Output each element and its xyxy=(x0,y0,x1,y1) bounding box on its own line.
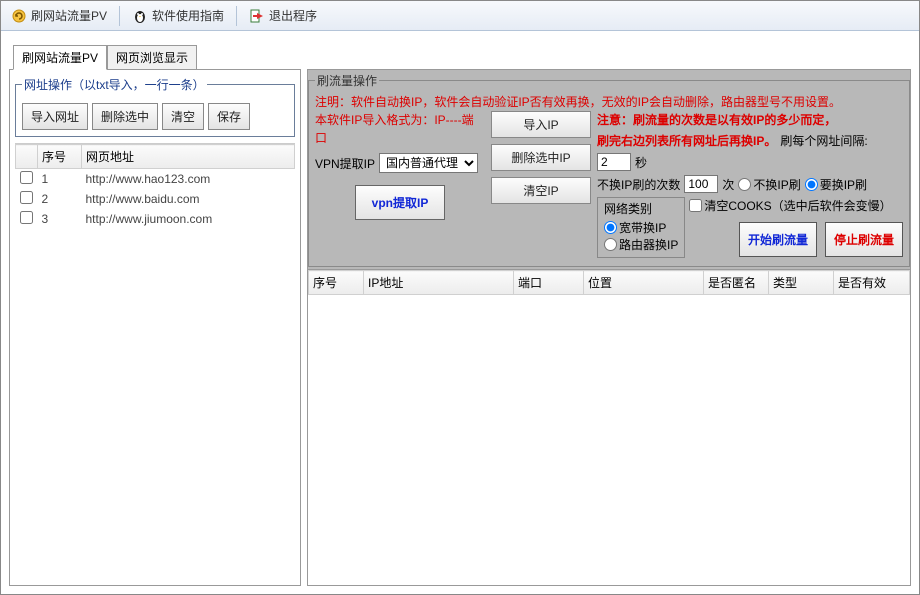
delete-url-button[interactable]: 删除选中 xyxy=(92,103,158,130)
separator xyxy=(236,6,237,26)
vpn-fetch-button[interactable]: vpn提取IP xyxy=(355,185,446,220)
refresh-pv-button[interactable]: 刷网站流量PV xyxy=(5,5,113,26)
delete-ip-button[interactable]: 删除选中IP xyxy=(491,144,591,171)
radio-router[interactable]: 路由器换IP xyxy=(604,236,678,253)
row-sn: 2 xyxy=(38,189,82,209)
radio-broadband[interactable]: 宽带换IP xyxy=(604,219,678,236)
clear-ip-button[interactable]: 清空IP xyxy=(491,177,591,204)
import-ip-button[interactable]: 导入IP xyxy=(491,111,591,138)
row-sn: 3 xyxy=(38,209,82,229)
col-sn: 序号 xyxy=(38,145,82,169)
ip-col-type: 类型 xyxy=(769,271,834,295)
guide-label: 软件使用指南 xyxy=(152,7,224,24)
count-suffix: 次 xyxy=(722,176,734,193)
app-window: 刷网站流量PV 软件使用指南 退出程序 刷网站流量PV 网页浏览显示 网址操作（… xyxy=(0,0,920,595)
note-line1: 注明：软件自动换IP，软件会自动验证IP否有效再换，无效的IP会自动删除，路由器… xyxy=(315,93,903,111)
start-button[interactable]: 开始刷流量 xyxy=(739,222,817,257)
exit-label: 退出程序 xyxy=(269,7,317,24)
table-row[interactable]: 3http://www.jiumoon.com xyxy=(16,209,295,229)
radio-noswitch[interactable]: 不换IP刷 xyxy=(738,176,800,193)
ip-col-sn: 序号 xyxy=(309,271,364,295)
clear-cooks-checkbox[interactable]: 清空COOKS（选中后软件会变慢） xyxy=(689,197,903,214)
tab-browse[interactable]: 网页浏览显示 xyxy=(107,45,197,70)
row-url: http://www.jiumoon.com xyxy=(82,209,295,229)
save-url-button[interactable]: 保存 xyxy=(208,103,250,130)
row-sn: 1 xyxy=(38,169,82,190)
guide-button[interactable]: 软件使用指南 xyxy=(126,5,230,26)
ip-col-valid: 是否有效 xyxy=(834,271,910,295)
vpn-label: VPN提取IP xyxy=(315,155,375,172)
net-group-title: 网络类别 xyxy=(604,200,678,217)
ip-col-port: 端口 xyxy=(514,271,584,295)
count-prefix: 不换IP刷的次数 xyxy=(597,176,680,193)
tab-strip: 刷网站流量PV 网页浏览显示 xyxy=(13,45,919,70)
clear-url-button[interactable]: 清空 xyxy=(162,103,204,130)
content-area: 网址操作（以txt导入，一行一条） 导入网址 删除选中 清空 保存 序号 网页地… xyxy=(1,69,919,594)
penguin-icon xyxy=(132,8,148,24)
stop-button[interactable]: 停止刷流量 xyxy=(825,222,903,257)
table-row[interactable]: 2http://www.baidu.com xyxy=(16,189,295,209)
url-ops-fieldset: 网址操作（以txt导入，一行一条） 导入网址 删除选中 清空 保存 xyxy=(15,76,295,137)
exit-button[interactable]: 退出程序 xyxy=(243,5,323,26)
radio-switch[interactable]: 要换IP刷 xyxy=(805,176,867,193)
interval-prefix: 刷每个网址间隔: xyxy=(780,132,867,149)
interval-input[interactable] xyxy=(597,153,631,171)
main-toolbar: 刷网站流量PV 软件使用指南 退出程序 xyxy=(1,1,919,31)
network-type-group: 网络类别 宽带换IP 路由器换IP xyxy=(597,197,685,258)
ip-table[interactable]: 序号 IP地址 端口 位置 是否匿名 类型 是否有效 xyxy=(308,270,910,585)
row-checkbox[interactable] xyxy=(20,171,33,184)
traffic-ops-panel: 刷流量操作 注明：软件自动换IP，软件会自动验证IP否有效再换，无效的IP会自动… xyxy=(308,70,910,270)
ip-col-anon: 是否匿名 xyxy=(704,271,769,295)
interval-suffix: 秒 xyxy=(635,154,647,171)
table-row[interactable]: 1http://www.hao123.com xyxy=(16,169,295,190)
row-checkbox[interactable] xyxy=(20,211,33,224)
row-checkbox[interactable] xyxy=(20,191,33,204)
refresh-icon xyxy=(11,8,27,24)
ip-col-addr: IP地址 xyxy=(364,271,514,295)
separator xyxy=(119,6,120,26)
refresh-pv-label: 刷网站流量PV xyxy=(31,7,107,24)
vpn-select[interactable]: 国内普通代理 xyxy=(379,153,478,173)
count-input[interactable] xyxy=(684,175,718,193)
left-panel: 网址操作（以txt导入，一行一条） 导入网址 删除选中 清空 保存 序号 网页地… xyxy=(9,69,301,586)
right-panel: 刷流量操作 注明：软件自动换IP，软件会自动验证IP否有效再换，无效的IP会自动… xyxy=(307,69,911,586)
url-table[interactable]: 序号 网页地址 1http://www.hao123.com2http://ww… xyxy=(15,143,295,580)
row-url: http://www.hao123.com xyxy=(82,169,295,190)
row-url: http://www.baidu.com xyxy=(82,189,295,209)
exit-icon xyxy=(249,8,265,24)
ip-col-loc: 位置 xyxy=(584,271,704,295)
col-url: 网页地址 xyxy=(82,145,295,169)
tab-pv[interactable]: 刷网站流量PV xyxy=(13,45,107,70)
warn2: 刷完右边列表所有网址后再换IP。 xyxy=(597,132,776,149)
traffic-legend: 刷流量操作 xyxy=(315,72,379,89)
note-line2: 本软件IP导入格式为：IP----端口 xyxy=(315,111,485,147)
warn1: 注意：刷流量的次数是以有效IP的多少而定， xyxy=(597,111,836,128)
url-ops-legend: 网址操作（以txt导入，一行一条） xyxy=(22,76,207,93)
import-url-button[interactable]: 导入网址 xyxy=(22,103,88,130)
